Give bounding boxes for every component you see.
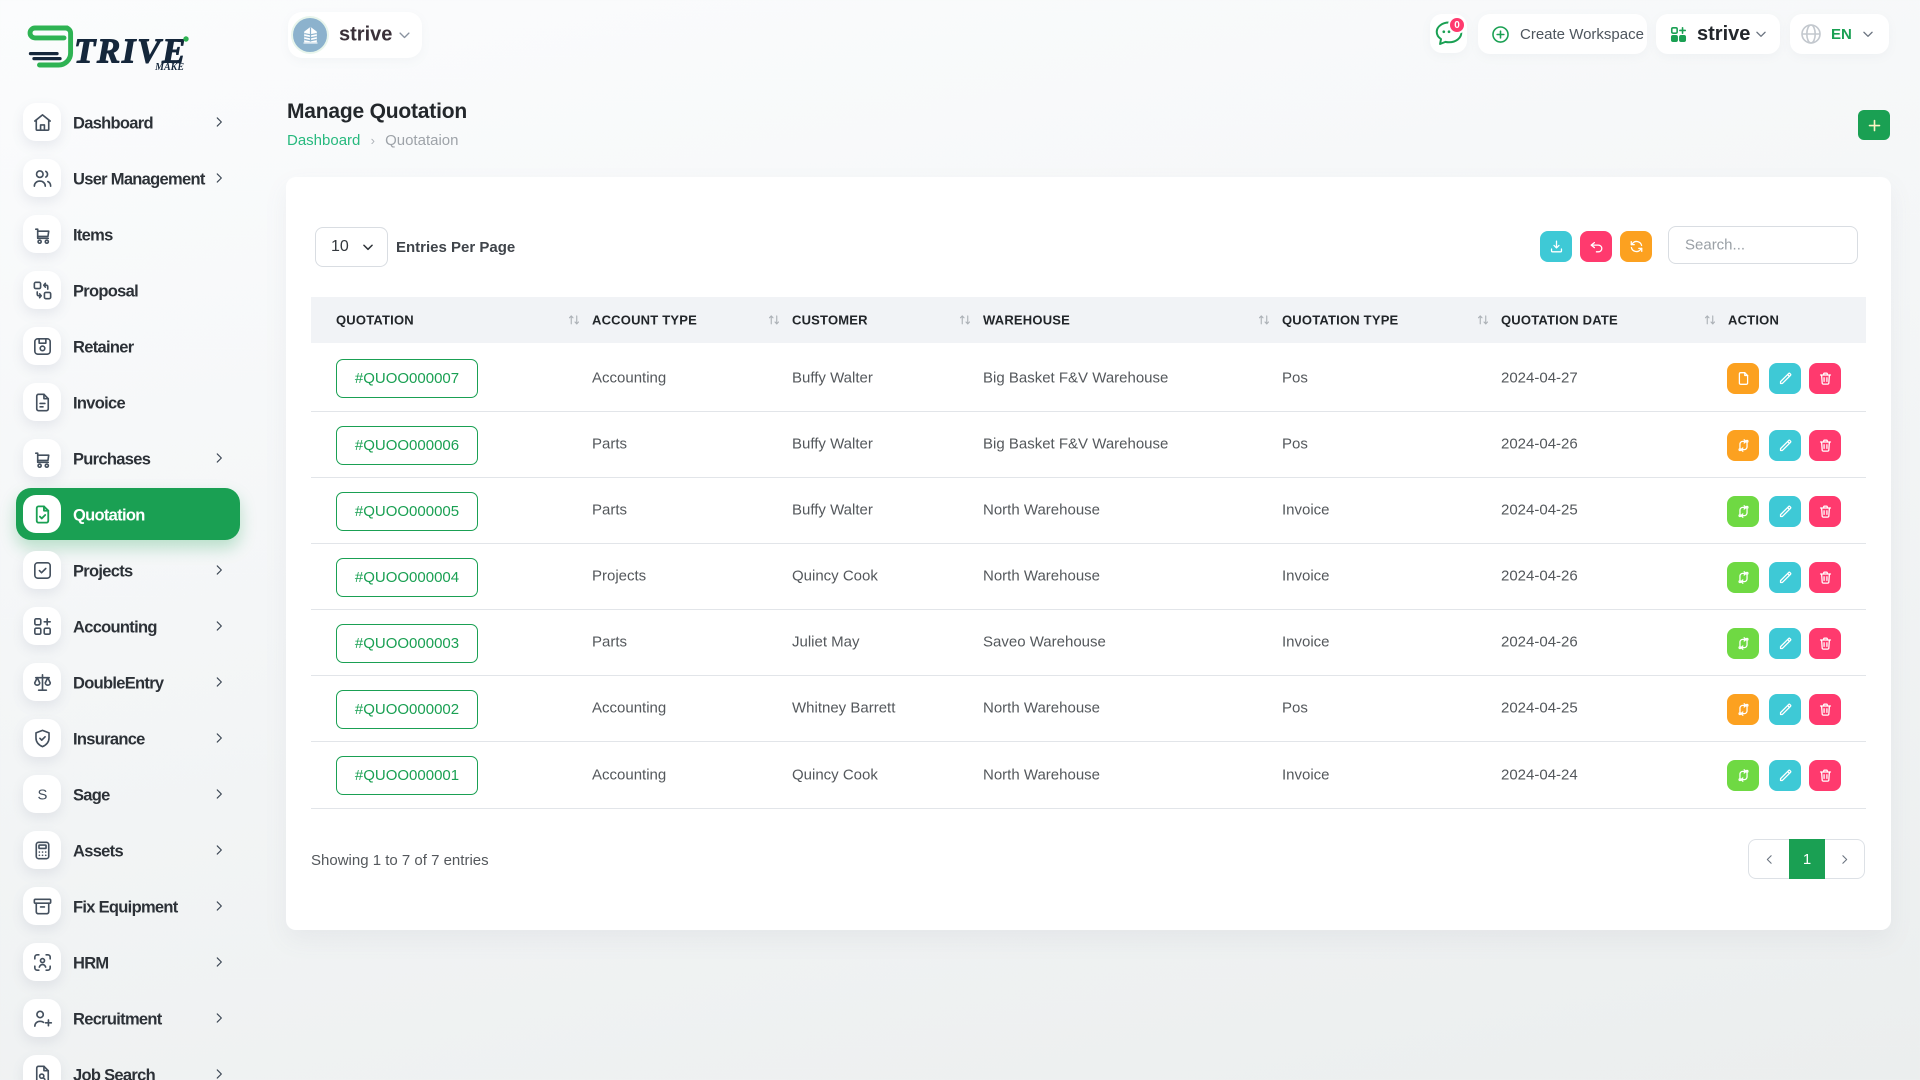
svg-text:MAKE: MAKE [154, 62, 184, 73]
svg-text:S: S [37, 787, 47, 803]
